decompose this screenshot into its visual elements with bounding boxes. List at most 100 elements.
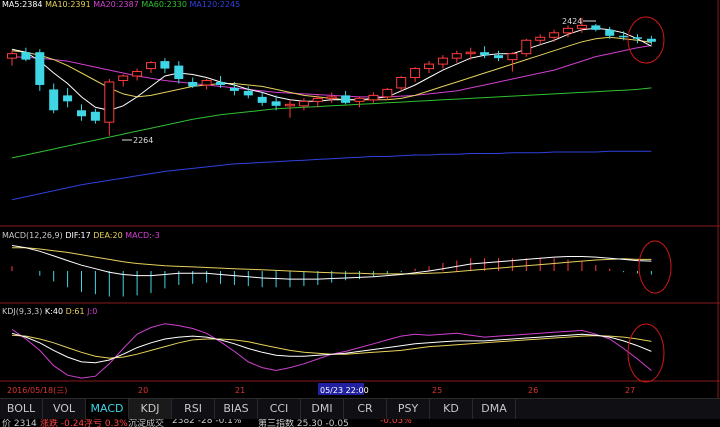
candle-body — [354, 97, 365, 102]
date-tick-label: 05/23 22:00 — [320, 386, 369, 395]
candle-body — [465, 51, 476, 55]
tab-cci[interactable]: CCI — [258, 399, 301, 419]
status-item: 2382 -28 -0.1% — [172, 419, 242, 426]
candle-body — [494, 55, 503, 59]
candle-body — [437, 57, 448, 65]
kdj-legend: KDJ(9,3,3) K:40 D:61 J:0 — [2, 307, 97, 317]
date-tick-label: 25 — [432, 386, 442, 395]
candle-body — [285, 103, 295, 107]
macd-legend: MACD(12,26,9) DIF:17 DEA:20 MACD:-3 — [2, 231, 160, 241]
kline-chart[interactable]: 2016/05/18(三) 20 21 05/23 22:00 25 26 27 24242… — [0, 0, 720, 398]
legend-item: D:61 — [65, 307, 88, 316]
candle-body — [104, 81, 115, 123]
status-item: 浮亏 0.3% — [84, 419, 128, 427]
candle-body — [132, 71, 143, 77]
candle-body — [271, 101, 281, 106]
tab-kd[interactable]: KD — [430, 399, 473, 419]
status-item: 价 2314 — [2, 419, 37, 427]
tab-vol[interactable]: VOL — [43, 399, 86, 419]
date-tick-label: 27 — [625, 386, 635, 395]
macd-pane — [11, 245, 652, 297]
candle-body — [605, 29, 615, 36]
date-tick-label: 20 — [138, 386, 148, 395]
tab-macd[interactable]: MACD — [86, 399, 129, 419]
legend-item: K:40 — [44, 307, 66, 316]
candle-body — [201, 79, 212, 86]
kdj-pane — [11, 323, 652, 379]
tab-kdj[interactable]: KDJ — [129, 399, 172, 419]
ma120-line — [11, 150, 652, 201]
j-line — [11, 323, 652, 379]
candle-body — [216, 81, 225, 85]
indicator-tab-bar: BOLL VOL MACD KDJ RSI BIAS CCI DMI CR PSY KD DMA — [0, 398, 720, 419]
legend-item: KDJ(9,3,3) — [2, 307, 45, 316]
candle-body — [243, 90, 253, 96]
highlight-circle — [638, 240, 672, 294]
legend-item: J:0 — [87, 307, 98, 316]
candle-body — [382, 88, 393, 98]
tab-dmi[interactable]: DMI — [301, 399, 344, 419]
candle-body — [77, 110, 86, 117]
legend-item: MA5:2384 — [2, 0, 46, 9]
candle-body — [21, 52, 31, 60]
tab-psy[interactable]: PSY — [387, 399, 430, 419]
status-bar: 价 2314 涨跌 -0.24 浮亏 0.3% 沉淀成交 2382 -28 -0.1% 第… — [0, 419, 720, 427]
legend-item: MA60:2330 — [141, 0, 190, 9]
legend-item: MACD:-3 — [125, 231, 160, 240]
legend-item: MA120:2245 — [189, 0, 241, 9]
status-item: 沉淀成交 — [128, 419, 165, 427]
candle-body — [188, 81, 198, 87]
tab-bias[interactable]: BIAS — [215, 399, 258, 419]
price-pane — [7, 17, 656, 201]
legend-item: MACD(12,26,9) — [2, 231, 66, 240]
candle-body — [312, 97, 323, 102]
candle-body — [90, 111, 100, 121]
candle-body — [49, 89, 59, 111]
candle-body — [619, 35, 629, 38]
high-price-label: 2424 — [562, 17, 582, 26]
tab-cr[interactable]: CR — [344, 399, 387, 419]
candle-body — [160, 61, 170, 69]
candle-body — [229, 87, 239, 91]
candle-body — [563, 27, 573, 34]
status-item: -0.05% — [380, 419, 412, 426]
status-item: 涨跌 -0.24 — [40, 419, 85, 427]
candle-body — [480, 52, 490, 56]
candle-body — [633, 37, 642, 39]
date-tick-label: 26 — [528, 386, 538, 395]
candle-body — [591, 25, 601, 30]
candle-body — [298, 100, 309, 107]
legend-item: DIF:17 — [65, 231, 94, 240]
tab-boll[interactable]: BOLL — [0, 399, 43, 419]
candle-body — [549, 32, 560, 38]
legend-item: MA20:2387 — [93, 0, 142, 9]
candle-body — [410, 68, 421, 79]
date-tick-label: 21 — [235, 386, 245, 395]
candle-body — [35, 52, 45, 85]
candle-body — [507, 53, 518, 61]
candle-body — [535, 36, 546, 41]
annotation-layer: 2424 2264 — [122, 16, 672, 383]
candle-body — [7, 53, 17, 59]
candle-body — [646, 38, 656, 42]
candle-body — [396, 77, 407, 89]
date-axis: 2016/05/18(三) 20 21 05/23 22:00 25 26 27 — [7, 383, 635, 395]
candle-body — [174, 65, 184, 79]
highlight-circle — [627, 323, 665, 383]
candle-body — [424, 63, 434, 70]
candle-body — [326, 96, 337, 99]
candle-body — [146, 62, 156, 70]
candle-body — [521, 39, 532, 55]
dea-line — [12, 247, 652, 275]
candle-body — [118, 75, 129, 81]
tab-rsi[interactable]: RSI — [172, 399, 215, 419]
tab-dma[interactable]: DMA — [473, 399, 516, 419]
candle-body — [341, 95, 351, 103]
main-legend: MA5:2384 MA10:2391 MA20:2387 MA60:2330 M… — [2, 0, 240, 10]
candle-body — [368, 94, 379, 101]
candle-body — [63, 95, 73, 102]
legend-item: MA10:2391 — [45, 0, 94, 9]
legend-item: DEA:20 — [93, 231, 126, 240]
status-item: 第三指数 25.30 -0.05 — [258, 419, 349, 427]
candle-body — [257, 96, 267, 103]
